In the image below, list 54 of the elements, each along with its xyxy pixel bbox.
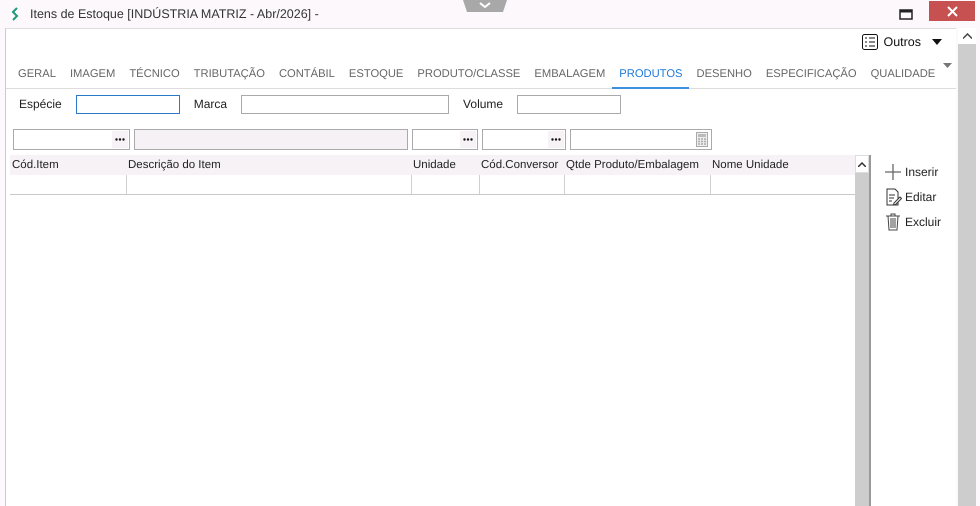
tab[interactable]: GERAL (11, 68, 63, 89)
input-field[interactable] (482, 129, 566, 150)
tab[interactable]: PRODUTO/CLASSE (410, 68, 528, 89)
input-field[interactable] (517, 94, 622, 114)
document-pencil-icon (885, 188, 902, 206)
caret-down-icon[interactable] (943, 63, 952, 68)
scroll-up-icon[interactable] (858, 162, 866, 166)
tab[interactable]: ESTOQUE (342, 68, 410, 89)
close-button[interactable] (929, 1, 975, 21)
column-header[interactable]: Qtde Produto/Embalagem (564, 159, 710, 171)
ellipsis-icon (463, 138, 473, 141)
calculator-icon[interactable] (696, 132, 708, 147)
column-header[interactable]: Descrição do Item (126, 159, 411, 171)
tab[interactable]: PRODUTOS (612, 68, 690, 89)
edit-button[interactable]: Editar (885, 188, 942, 206)
plus-icon (885, 163, 902, 181)
ellipsis-button[interactable] (112, 131, 128, 148)
outros-menu-button[interactable]: Outros (862, 34, 942, 50)
tab[interactable]: TÉCNICO (122, 68, 187, 89)
ellipsis-icon (115, 138, 125, 141)
table-scrollbar[interactable] (855, 155, 871, 506)
ellipsis-button[interactable] (548, 131, 564, 148)
input-field[interactable] (76, 94, 180, 114)
delete-button[interactable]: Excluir (885, 213, 942, 231)
field-label: Espécie (19, 97, 62, 111)
input-field[interactable] (241, 94, 450, 114)
insert-button[interactable]: Inserir (885, 163, 942, 181)
caret-down-icon (932, 39, 942, 45)
tab[interactable]: IMAGEM (62, 68, 122, 89)
column-header[interactable]: Cód.Item (10, 159, 126, 171)
tab[interactable]: DESENHO (689, 68, 759, 89)
input-field[interactable] (13, 129, 130, 150)
ellipsis-button[interactable] (460, 131, 476, 148)
close-icon (946, 6, 958, 16)
tab[interactable]: ESPECIFICAÇÃO (758, 68, 864, 89)
tab[interactable]: TRIBUTAÇÃO (186, 68, 272, 89)
input-field[interactable] (412, 129, 478, 150)
field-label: Marca (194, 97, 228, 111)
scroll-up-icon[interactable] (962, 33, 972, 39)
collapse-handle-icon[interactable] (463, 0, 507, 12)
column-header[interactable]: Cód.Conversor (479, 159, 564, 171)
ellipsis-icon (551, 138, 561, 141)
trash-icon (885, 213, 902, 231)
scrollbar[interactable] (958, 28, 976, 506)
column-header[interactable]: Nome Unidade (710, 159, 855, 171)
window-title: Itens de Estoque [INDÚSTRIA MATRIZ - Abr/2026] - (30, 7, 319, 21)
list-icon (862, 34, 878, 50)
tab[interactable]: EMBALAGEM (527, 68, 612, 89)
input-field[interactable] (570, 129, 712, 150)
field-label: Volume (463, 97, 504, 111)
tab[interactable]: CONTÁBIL (272, 68, 342, 89)
tab[interactable]: QUALIDADE (864, 68, 942, 89)
app-logo-icon (10, 7, 20, 21)
column-header[interactable]: Unidade (411, 159, 479, 171)
